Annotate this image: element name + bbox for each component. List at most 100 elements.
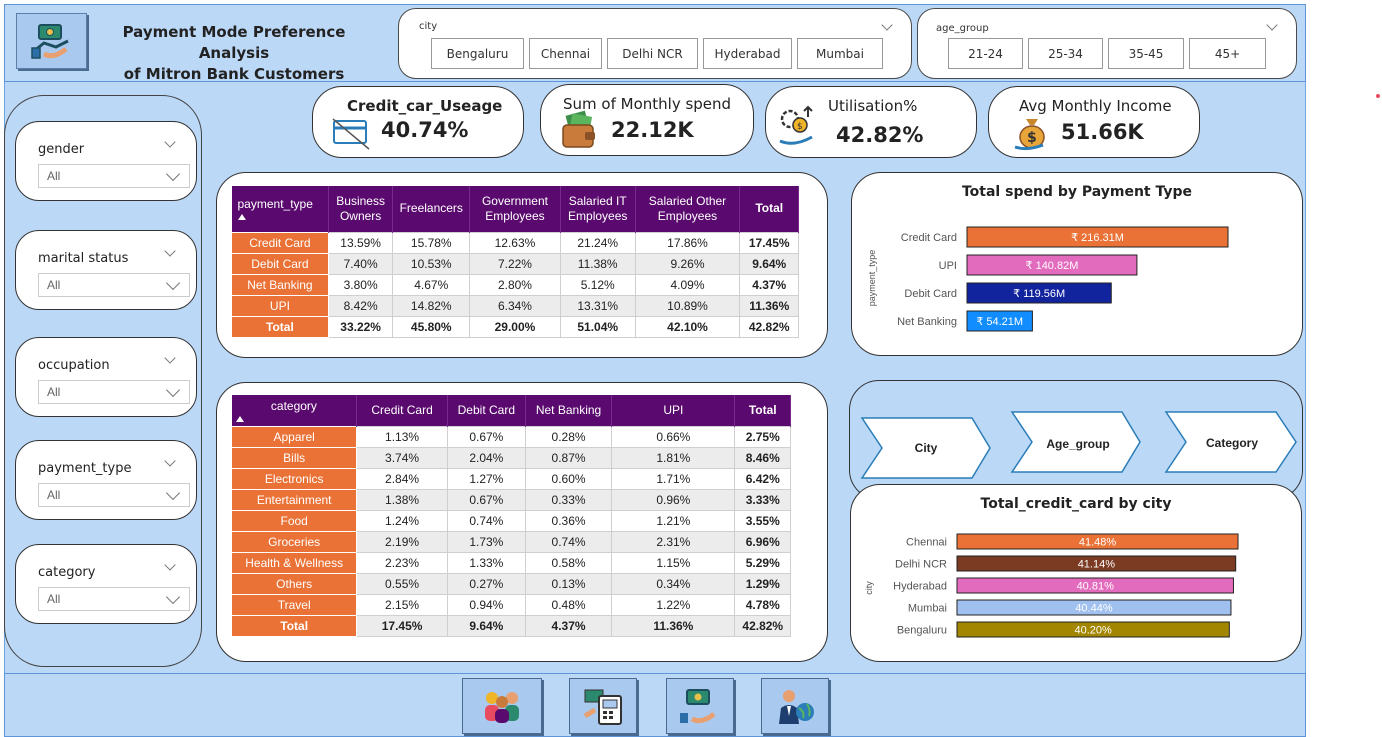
table-cell: 51.04% — [559, 315, 636, 338]
city-option-bengaluru[interactable]: Bengaluru — [431, 38, 524, 69]
table-cell: 6.34% — [469, 294, 561, 317]
table-cell: 11.36% — [739, 294, 799, 317]
column-header[interactable]: Freelancers — [392, 186, 471, 232]
table-cell: 12.63% — [469, 231, 561, 254]
table-cell: 4.37% — [739, 273, 799, 296]
row-header[interactable]: Apparel — [230, 425, 358, 448]
age-group-slicer-label: age_group — [936, 23, 989, 34]
chevron-down-icon[interactable] — [164, 559, 176, 571]
category-label: Delhi NCR — [895, 559, 947, 571]
table-cell: 0.94% — [446, 593, 526, 616]
table-cell: 4.09% — [634, 273, 741, 296]
chevron-down-icon[interactable] — [164, 245, 176, 257]
payment-type-slicer-label: payment_type — [38, 461, 132, 476]
row-header[interactable]: Health & Wellness — [230, 551, 358, 574]
row-header[interactable]: Bills — [230, 446, 358, 469]
table-cell: 0.74% — [524, 530, 613, 553]
table-row: UPI 8.42% 14.82% 6.34% 13.31% 10.89% 11.36% — [231, 294, 799, 317]
chevron-down-icon[interactable] — [164, 455, 176, 467]
chevron-down-icon[interactable] — [1266, 19, 1278, 31]
gender-slicer-label: gender — [38, 142, 85, 157]
nav-button-insights[interactable] — [761, 678, 829, 734]
marital-status-slicer: marital status All — [15, 230, 197, 310]
age-option-35-45[interactable]: 35-45 — [1108, 38, 1184, 69]
filter-panel: gender All marital status All occupation… — [4, 95, 202, 667]
column-header[interactable]: UPI — [611, 395, 736, 426]
column-header[interactable]: Total — [734, 395, 791, 426]
table-cell: 1.29% — [734, 572, 791, 595]
chevron-down-icon[interactable] — [164, 136, 176, 148]
category-slicer: category All — [15, 544, 197, 624]
column-header[interactable]: payment_type — [231, 186, 329, 232]
home-button[interactable] — [16, 13, 87, 69]
row-header[interactable]: Food — [230, 509, 358, 532]
row-header[interactable]: Others — [230, 572, 358, 595]
drill-step-category: Category — [1206, 436, 1258, 450]
city-slicer: city Bengaluru Chennai Delhi NCR Hyderab… — [398, 8, 912, 79]
category-label: UPI — [939, 260, 957, 272]
payment-handshake-icon — [680, 689, 716, 724]
table-cell: 0.67% — [446, 488, 526, 511]
category-matrix: category Credit Card Debit Card Net Bank… — [230, 395, 791, 637]
occupation-matrix: payment_type Business Owners Freelancers… — [231, 186, 799, 338]
row-header[interactable]: Groceries — [230, 530, 358, 553]
city-option-hyderabad[interactable]: Hyderabad — [703, 38, 792, 69]
age-option-45-plus[interactable]: 45+ — [1189, 38, 1266, 69]
nav-button-customers[interactable] — [462, 678, 542, 734]
row-header[interactable]: Travel — [230, 593, 358, 616]
table-cell: 1.22% — [611, 593, 736, 616]
column-header[interactable]: Net Banking — [525, 395, 613, 426]
table-cell: 0.55% — [356, 572, 448, 595]
table-cell: 14.82% — [392, 294, 471, 317]
nav-button-payment-mode[interactable] — [666, 678, 734, 734]
title-line-2: of Mitron Bank Customers — [123, 65, 345, 83]
column-header[interactable]: Government Employees — [469, 186, 561, 232]
nav-button-payments[interactable] — [569, 678, 637, 734]
chevron-down-icon[interactable] — [164, 352, 176, 364]
column-header[interactable]: Total — [739, 186, 799, 232]
row-header[interactable]: Total — [230, 614, 358, 637]
row-header[interactable]: UPI — [231, 294, 329, 317]
row-header[interactable]: Debit Card — [231, 252, 329, 275]
table-cell: 5.29% — [734, 551, 791, 574]
city-option-chennai[interactable]: Chennai — [529, 38, 602, 69]
table-cell: 17.45% — [739, 231, 799, 254]
drill-step-city: City — [915, 441, 938, 455]
row-header[interactable]: Net Banking — [231, 273, 329, 296]
column-header[interactable]: Business Owners — [328, 186, 394, 232]
age-option-21-24[interactable]: 21-24 — [948, 38, 1023, 69]
column-header[interactable]: Credit Card — [356, 395, 448, 426]
column-header[interactable]: Salaried Other Employees — [635, 186, 741, 232]
category-label: Mumbai — [908, 603, 947, 615]
kpi-value: 51.66K — [1061, 120, 1144, 144]
data-label: 40.44% — [1075, 603, 1113, 615]
column-header[interactable]: category — [231, 395, 358, 426]
table-row: Food 1.24% 0.74% 0.36% 1.21% 3.55% — [230, 509, 791, 532]
row-header[interactable]: Electronics — [230, 467, 358, 490]
spend-by-payment-type-chart: Credit Card ₹ 216.31M UPI ₹ 140.82M Debit Ca… — [867, 226, 1229, 332]
data-label: ₹ 54.21M — [976, 316, 1023, 328]
city-option-mumbai[interactable]: Mumbai — [797, 38, 883, 69]
table-cell: 0.87% — [524, 446, 613, 469]
row-header[interactable]: Total — [231, 315, 329, 338]
table-row: Others 0.55% 0.27% 0.13% 0.34% 1.29% — [230, 572, 791, 595]
table-cell: 1.24% — [356, 509, 448, 532]
table-cell: 0.28% — [524, 425, 613, 448]
table-cell: 1.21% — [611, 509, 736, 532]
data-label: 41.48% — [1079, 537, 1117, 549]
money-bag-icon: $ — [1014, 119, 1045, 151]
city-option-delhi-ncr[interactable]: Delhi NCR — [607, 38, 698, 69]
row-header[interactable]: Credit Card — [231, 231, 329, 254]
row-header[interactable]: Entertainment — [230, 488, 358, 511]
customers-icon — [485, 692, 519, 723]
table-cell: 3.33% — [734, 488, 791, 511]
sort-up-icon[interactable] — [237, 214, 246, 221]
table-cell: 13.59% — [327, 231, 394, 254]
column-header[interactable]: Debit Card — [447, 395, 526, 426]
column-header[interactable]: Salaried IT Employees — [560, 186, 636, 232]
table-cell: 0.33% — [524, 488, 613, 511]
table-cell: 0.66% — [611, 425, 736, 448]
sort-up-icon[interactable] — [235, 415, 244, 422]
chevron-down-icon[interactable] — [881, 19, 893, 31]
age-option-25-34[interactable]: 25-34 — [1028, 38, 1103, 69]
